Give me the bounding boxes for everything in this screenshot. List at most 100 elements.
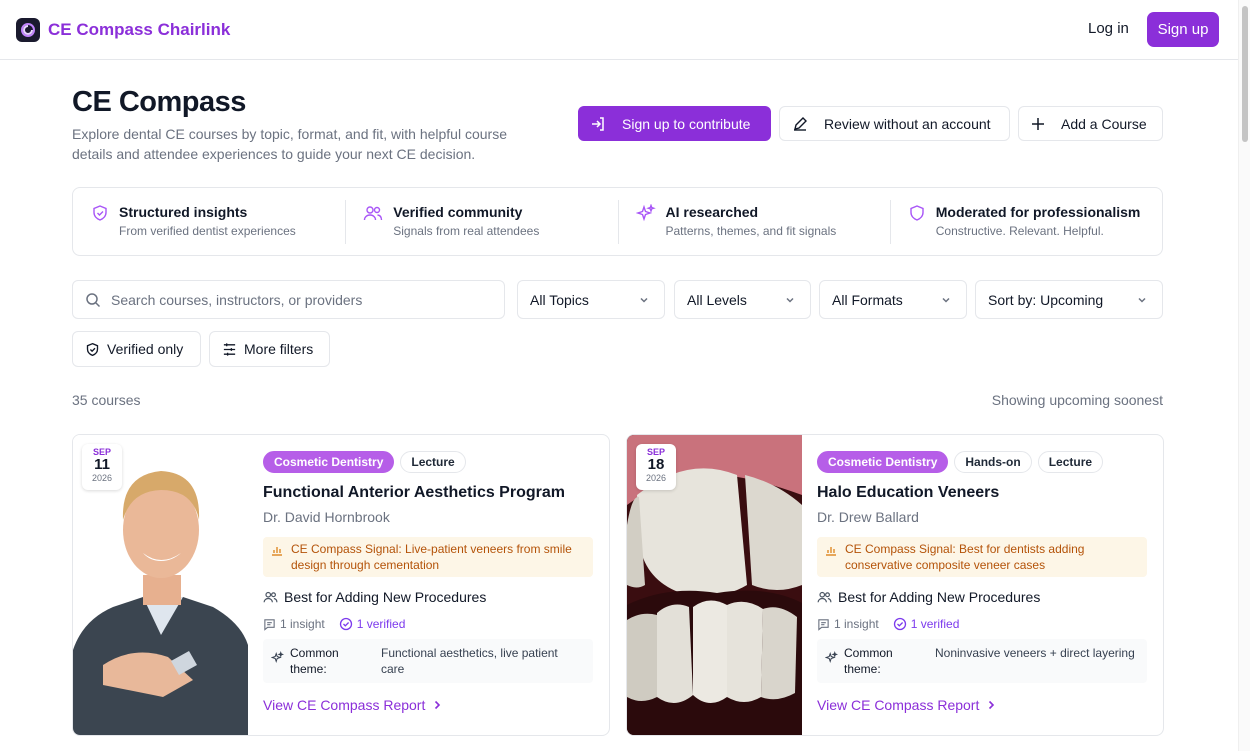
shield-check-icon <box>93 205 107 221</box>
login-link[interactable]: Log in <box>1078 12 1139 46</box>
feature-moderated: Moderated for professionalism Constructi… <box>889 188 1162 255</box>
compass-logo-icon <box>16 18 40 42</box>
common-theme-label-text: Common theme: <box>844 646 893 676</box>
message-icon <box>264 618 275 631</box>
results-count: 35 courses <box>72 392 141 408</box>
search-icon <box>86 292 101 307</box>
feature-title: Moderated for professionalism <box>935 204 1141 220</box>
date-year: 2026 <box>645 473 667 483</box>
course-title[interactable]: Halo Education Veneers <box>817 484 1147 502</box>
course-instructor: Dr. Drew Ballard <box>817 509 919 525</box>
sign-up-to-contribute-button[interactable]: Sign up to contribute <box>578 106 771 141</box>
feature-title: Structured insights <box>119 204 248 220</box>
ce-compass-signal: CE Compass Signal: Live-patient veneers … <box>263 537 593 577</box>
feature-structured-insights: Structured insights From verified dentis… <box>73 188 345 255</box>
insight-count: 1 insight <box>280 617 325 631</box>
course-card-body: Cosmetic Dentistry Hands-on Lecture Halo… <box>817 451 1147 713</box>
formats-select[interactable]: All Formats <box>819 280 967 319</box>
chevron-right-icon <box>989 700 995 710</box>
course-card[interactable]: SEP 18 2026 Cosmetic Dentistry Hands-on … <box>626 434 1164 736</box>
topics-select[interactable]: All Topics <box>517 280 665 319</box>
course-instructor: Dr. David Hornbrook <box>263 509 390 525</box>
view-report-link[interactable]: View CE Compass Report <box>817 697 1147 713</box>
levels-select-value: All Levels <box>687 291 747 308</box>
users-icon <box>263 591 278 603</box>
chart-icon <box>826 547 836 556</box>
common-theme: Common theme: Functional aesthetics, liv… <box>263 639 593 683</box>
search-box[interactable] <box>72 280 505 319</box>
pencil-icon <box>794 116 807 131</box>
feature-title: Verified community <box>393 204 523 220</box>
search-input[interactable] <box>111 291 491 308</box>
more-filters-button[interactable]: More filters <box>209 331 330 367</box>
insight-count: 1 insight <box>834 617 879 631</box>
add-course-label: Add a Course <box>1061 115 1147 132</box>
sign-in-icon <box>592 116 604 131</box>
sort-select-value: Sort by: Upcoming <box>988 291 1104 308</box>
sort-select[interactable]: Sort by: Upcoming <box>975 280 1163 319</box>
scrollbar-thumb[interactable] <box>1242 6 1248 142</box>
format-tag[interactable]: Hands-on <box>954 451 1032 473</box>
more-filters-label: More filters <box>244 341 314 357</box>
course-meta: 1 insight 1 verified <box>817 617 1147 631</box>
best-for-text: Best for Adding New Procedures <box>838 589 1041 605</box>
add-course-button[interactable]: Add a Course <box>1018 106 1163 141</box>
date-day: 11 <box>94 456 110 473</box>
signup-button[interactable]: Sign up <box>1147 12 1219 47</box>
chevron-right-icon <box>435 700 441 710</box>
feature-title: AI researched <box>665 204 759 220</box>
common-theme-label: Common theme: <box>271 645 381 677</box>
page-scrollbar[interactable] <box>1238 0 1250 751</box>
ce-compass-signal: CE Compass Signal: Best for dentists add… <box>817 537 1147 577</box>
levels-select[interactable]: All Levels <box>674 280 811 319</box>
best-for-text: Best for Adding New Procedures <box>284 589 487 605</box>
verified-count: 1 verified <box>910 617 960 631</box>
topic-tag[interactable]: Cosmetic Dentistry <box>263 451 395 473</box>
course-date-badge: SEP 11 2026 <box>82 444 122 490</box>
feature-ai-researched: AI researched Patterns, themes, and fit … <box>617 188 890 255</box>
page-title: CE Compass <box>72 86 246 118</box>
top-nav: CE Compass Chairlink Log in Sign up <box>0 0 1238 60</box>
view-report-link[interactable]: View CE Compass Report <box>263 697 593 713</box>
common-theme-text: Noninvasive veneers + direct layering <box>935 646 1135 660</box>
feature-subtitle: Constructive. Relevant. Helpful. <box>935 224 1104 238</box>
signal-text: CE Compass Signal: Live-patient veneers … <box>291 542 572 572</box>
feature-verified-community: Verified community Signals from real att… <box>345 188 617 255</box>
chevron-down-icon <box>1138 297 1146 303</box>
verified-count: 1 verified <box>356 617 406 631</box>
contribute-label: Sign up to contribute <box>622 115 751 132</box>
common-theme-label-text: Common theme: <box>290 646 339 676</box>
common-theme-text: Functional aesthetics, live patient care <box>381 646 558 676</box>
sparkles-icon <box>635 204 656 222</box>
format-tag[interactable]: Lecture <box>1037 451 1104 473</box>
review-label: Review without an account <box>824 115 991 132</box>
instructor-photo: SEP 11 2026 <box>73 435 248 735</box>
course-card[interactable]: SEP 11 2026 Cosmetic Dentistry Lecture F… <box>72 434 610 736</box>
shield-icon <box>910 205 924 221</box>
check-circle-icon <box>339 617 352 631</box>
plus-icon <box>1032 117 1044 130</box>
chevron-down-icon <box>942 297 950 303</box>
date-day: 18 <box>647 456 665 473</box>
feature-subtitle: Signals from real attendees <box>393 224 540 238</box>
features-strip: Structured insights From verified dentis… <box>72 187 1163 256</box>
format-tag[interactable]: Lecture <box>400 451 466 473</box>
brand[interactable]: CE Compass Chairlink <box>16 18 230 42</box>
course-title[interactable]: Functional Anterior Aesthetics Program <box>263 484 593 502</box>
page-subtitle: Explore dental CE courses by topic, form… <box>72 126 507 162</box>
best-for: Best for Adding New Procedures <box>263 589 593 605</box>
shield-check-icon <box>86 342 99 356</box>
course-card-body: Cosmetic Dentistry Lecture Functional An… <box>263 451 593 713</box>
topic-tag[interactable]: Cosmetic Dentistry <box>817 451 949 473</box>
sparkles-icon <box>271 651 284 664</box>
chart-icon <box>272 547 282 556</box>
message-icon <box>818 618 829 631</box>
best-for: Best for Adding New Procedures <box>817 589 1147 605</box>
sparkles-icon <box>825 651 838 664</box>
view-report-label: View CE Compass Report <box>817 697 980 713</box>
review-without-account-button[interactable]: Review without an account <box>779 106 1010 141</box>
date-year: 2026 <box>91 473 113 483</box>
feature-subtitle: From verified dentist experiences <box>119 224 296 238</box>
verified-only-toggle[interactable]: Verified only <box>72 331 201 367</box>
topics-select-value: All Topics <box>530 291 589 308</box>
